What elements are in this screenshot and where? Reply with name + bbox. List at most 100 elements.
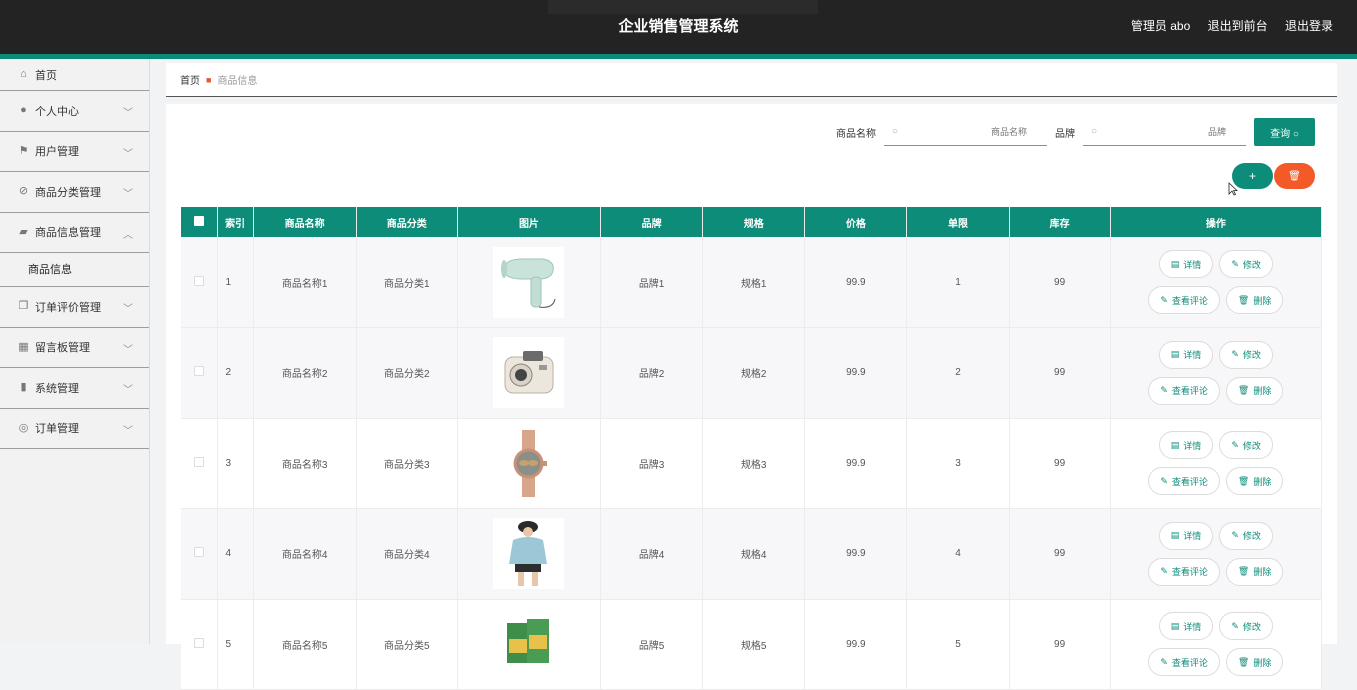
- category-cell: 商品分类4: [356, 508, 458, 600]
- category-cell: 商品分类5: [356, 599, 458, 690]
- trash-icon: 🗑: [1237, 566, 1250, 577]
- column-header: 库存: [1009, 207, 1111, 237]
- edit-button[interactable]: ✎ 修改: [1219, 340, 1273, 369]
- row-checkbox[interactable]: [193, 275, 204, 286]
- sidebar-item-orders[interactable]: ◎ 订单管理 ﹀: [0, 409, 149, 449]
- spec-cell: 规格4: [702, 508, 806, 600]
- row-checkbox[interactable]: [193, 547, 204, 558]
- breadcrumb-home[interactable]: 首页: [180, 72, 200, 87]
- view-reviews-button[interactable]: ✎ 查看评论: [1148, 467, 1220, 496]
- spec-cell: 规格5: [702, 599, 806, 690]
- row-checkbox[interactable]: [193, 637, 204, 648]
- logout-link[interactable]: 退出登录: [1285, 19, 1333, 33]
- sidebar-item-label: 订单管理: [35, 423, 79, 436]
- row-checkbox[interactable]: [193, 456, 204, 467]
- user-icon: ●: [20, 104, 27, 117]
- delete-button[interactable]: 🗑 删除: [1225, 467, 1284, 496]
- detail-button[interactable]: ▤ 详情: [1158, 431, 1214, 460]
- brand-input[interactable]: [1083, 118, 1246, 145]
- select-all-checkbox[interactable]: [193, 215, 204, 226]
- snack-bags-image[interactable]: [493, 608, 565, 680]
- row-select-cell: [181, 327, 218, 419]
- delete-button[interactable]: 🗑 删除: [1225, 286, 1284, 314]
- sidebar-item-reviews[interactable]: ❐ 订单评价管理 ﹀: [0, 287, 149, 328]
- hoodie-model-image[interactable]: [493, 518, 565, 590]
- table-row: 5 商品名称5 商品分类5 品牌5 规格5 99.9 5 99 ▤ 详情 ✎ 修…: [181, 599, 1323, 690]
- image-cell: [457, 508, 602, 600]
- actions-cell: ▤ 详情 ✎ 修改 ✎ 查看评论 🗑 删除: [1110, 599, 1323, 690]
- category-cell: 商品分类3: [356, 418, 458, 509]
- index-cell: 1: [217, 237, 254, 328]
- detail-button[interactable]: ▤ 详情: [1158, 340, 1214, 369]
- chevron-down-icon: ﹀: [123, 108, 133, 119]
- detail-button[interactable]: ▤ 详情: [1158, 521, 1214, 550]
- sidebar-item-category[interactable]: ⊘ 商品分类管理 ﹀: [0, 172, 149, 213]
- wristwatch-image[interactable]: [493, 427, 565, 499]
- accent-strip: [0, 54, 1357, 59]
- add-button[interactable]: +: [1232, 163, 1273, 189]
- row-checkbox[interactable]: [193, 366, 204, 377]
- delete-button[interactable]: 🗑 删除: [1225, 376, 1284, 405]
- document-icon: ▤: [1170, 620, 1180, 631]
- actions-cell: ▤ 详情 ✎ 修改 ✎ 查看评论 🗑 删除: [1110, 418, 1323, 509]
- actions-cell: ▤ 详情 ✎ 修改 ✎ 查看评论 🗑 删除: [1110, 237, 1323, 328]
- stock-cell: 99: [1009, 508, 1111, 600]
- stock-cell: 99: [1009, 599, 1111, 690]
- pencil-icon: ✎: [1160, 656, 1168, 667]
- spec-cell: 规格3: [702, 418, 806, 509]
- document-icon: ▤: [1170, 349, 1180, 360]
- index-cell: 5: [217, 599, 254, 690]
- price-cell: 99.9: [804, 599, 908, 690]
- hair-dryer-image[interactable]: [493, 246, 565, 318]
- edit-button[interactable]: ✎ 修改: [1219, 521, 1273, 550]
- brand-cell: 品牌2: [600, 327, 704, 419]
- detail-button[interactable]: ▤ 详情: [1158, 250, 1214, 278]
- edit-button[interactable]: ✎ 修改: [1219, 612, 1273, 641]
- chevron-down-icon: ﹀: [123, 385, 133, 396]
- limit-cell: 2: [906, 327, 1010, 419]
- spec-cell: 规格2: [702, 327, 806, 419]
- edit-button[interactable]: ✎ 修改: [1219, 250, 1273, 278]
- sidebar-item-messages[interactable]: ▦ 留言板管理 ﹀: [0, 328, 149, 368]
- sidebar-subitem-goods-info[interactable]: 商品信息: [0, 253, 149, 287]
- content-panel: 商品名称 ○ 品牌 ○ 查询 ○ + 🗑 索引 商品名称 商品分类 图片 品牌 …: [166, 104, 1337, 690]
- home-icon: ⌂: [20, 68, 27, 80]
- instant-camera-image[interactable]: [493, 337, 565, 409]
- compass-icon: ◎: [18, 421, 29, 434]
- batch-delete-button[interactable]: 🗑: [1274, 163, 1315, 189]
- limit-cell: 1: [906, 237, 1010, 328]
- column-header: 单限: [906, 207, 1010, 237]
- sidebar-item-profile[interactable]: ● 个人中心 ﹀: [0, 91, 149, 132]
- view-reviews-button[interactable]: ✎ 查看评论: [1148, 557, 1220, 586]
- sidebar-item-system[interactable]: ▮ 系统管理 ﹀: [0, 368, 149, 409]
- sidebar-item-label: 首页: [35, 69, 57, 82]
- pencil-icon: ✎: [1231, 620, 1239, 631]
- admin-user-label: 管理员 abo: [1130, 19, 1191, 33]
- column-header: 商品名称: [253, 207, 357, 237]
- sidebar-item-goods[interactable]: ▰ 商品信息管理 ︿: [0, 213, 149, 253]
- actions-cell: ▤ 详情 ✎ 修改 ✎ 查看评论 🗑 删除: [1110, 327, 1323, 419]
- price-cell: 99.9: [804, 237, 908, 328]
- table-header-row: 索引 商品名称 商品分类 图片 品牌 规格 价格 单限 库存 操作: [181, 207, 1323, 237]
- delete-button[interactable]: 🗑 删除: [1225, 557, 1284, 586]
- limit-cell: 3: [906, 418, 1010, 509]
- pencil-icon: ✎: [1160, 294, 1168, 305]
- search-button[interactable]: 查询 ○: [1254, 118, 1315, 146]
- user-menu: 管理员 abo 退出到前台 退出登录: [1117, 0, 1333, 54]
- view-reviews-button[interactable]: ✎ 查看评论: [1148, 286, 1220, 314]
- sidebar-item-users[interactable]: ⚑ 用户管理 ﹀: [0, 132, 149, 172]
- view-reviews-button[interactable]: ✎ 查看评论: [1148, 376, 1220, 405]
- edit-button[interactable]: ✎ 修改: [1219, 431, 1273, 460]
- limit-cell: 5: [906, 599, 1010, 690]
- brand-cell: 品牌3: [600, 418, 704, 509]
- back-to-front-link[interactable]: 退出到前台: [1208, 19, 1268, 33]
- pencil-icon: ✎: [1160, 566, 1168, 577]
- delete-button[interactable]: 🗑 删除: [1225, 648, 1284, 677]
- goods-name-input[interactable]: [884, 118, 1047, 145]
- table-row: 4 商品名称4 商品分类4 品牌4 规格4 99.9 4 99 ▤ 详情 ✎ 修…: [181, 508, 1323, 600]
- detail-button[interactable]: ▤ 详情: [1158, 612, 1214, 641]
- sidebar-item-home[interactable]: ⌂ 首页: [0, 59, 149, 91]
- image-cell: [457, 599, 602, 690]
- view-reviews-button[interactable]: ✎ 查看评论: [1148, 648, 1220, 677]
- search-icon: ○: [1292, 128, 1299, 140]
